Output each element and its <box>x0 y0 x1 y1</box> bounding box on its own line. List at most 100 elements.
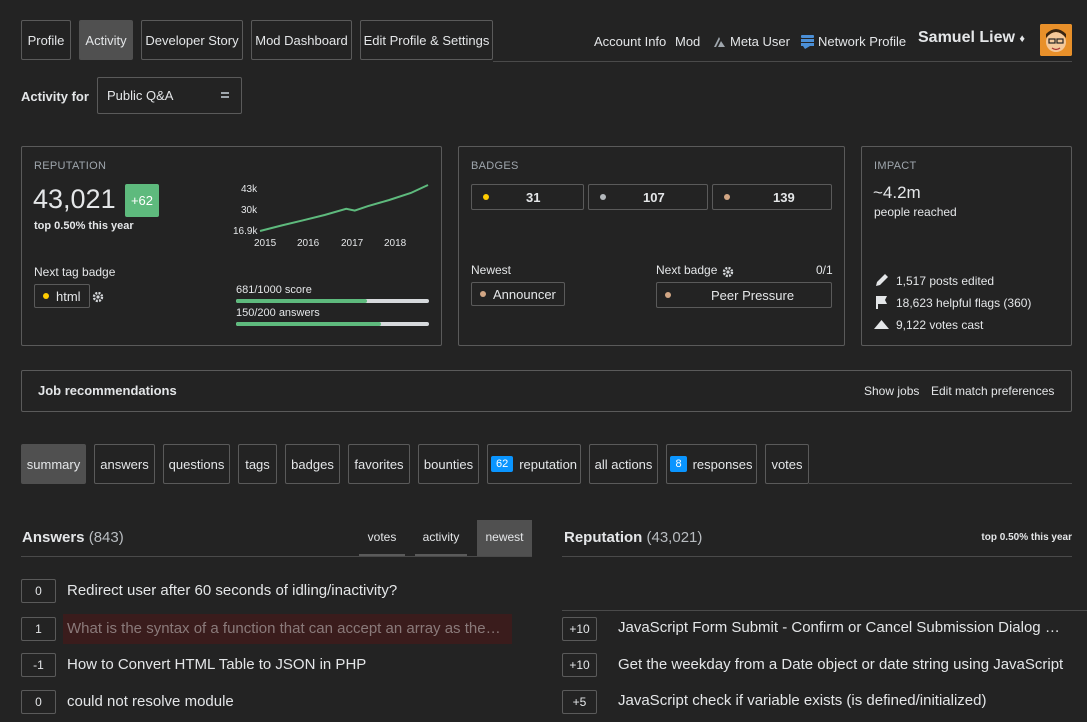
answers-divider <box>21 556 532 557</box>
x-tick-label: 2015 <box>254 238 277 249</box>
x-tick-label: 2016 <box>297 238 320 249</box>
sort-votes-label: votes <box>367 530 397 544</box>
account-info-label: Account Info <box>594 34 667 49</box>
activity-for-label: Activity for <box>21 89 89 104</box>
next-badge[interactable]: Peer Pressure <box>656 282 832 308</box>
reputation-change: +10 <box>562 617 597 641</box>
answer-score: -1 <box>21 653 56 677</box>
tab-favorites[interactable]: favorites <box>348 444 410 484</box>
answers-progress-label: 150/200 answers <box>236 307 320 319</box>
reputation-divider <box>562 556 1072 557</box>
next-badge-progress: 0/1 <box>816 263 833 277</box>
next-badge-name: Peer Pressure <box>711 287 795 303</box>
tab-tags[interactable]: tags <box>238 444 277 484</box>
tab-profile[interactable]: Profile <box>21 20 71 60</box>
sort-newest[interactable]: newest <box>477 520 532 556</box>
votes-cast-text: 9,122 votes cast <box>896 317 984 332</box>
gear-icon[interactable] <box>722 266 734 278</box>
meta-user-label: Meta User <box>730 34 790 49</box>
tab-bounties[interactable]: bounties <box>418 444 479 484</box>
tab-votes[interactable]: votes <box>765 444 809 484</box>
score-progress-bar <box>236 299 429 303</box>
answer-title-link[interactable]: Redirect user after 60 seconds of idling… <box>67 582 512 599</box>
newest-label: Newest <box>471 263 512 277</box>
answer-title-link[interactable]: could not resolve module <box>67 693 512 710</box>
avatar-face-icon <box>1040 24 1072 56</box>
sort-votes[interactable]: votes <box>359 520 405 556</box>
reputation-chart[interactable]: 43k 30k 16.9k 2015 2016 2017 2018 <box>228 178 433 250</box>
reputation-post-link[interactable]: JavaScript check if variable exists (is … <box>618 692 1064 709</box>
show-jobs-link[interactable]: Show jobs <box>864 384 919 398</box>
flag-icon <box>876 296 887 309</box>
reputation-count-badge: 62 <box>490 456 514 472</box>
tab-badges[interactable]: badges <box>285 444 340 484</box>
badges-panel <box>458 146 845 346</box>
tab-responses[interactable]: 8 responses <box>666 444 757 484</box>
reputation-series-line <box>259 184 429 232</box>
edit-match-preferences-link[interactable]: Edit match preferences <box>931 384 1054 398</box>
user-name[interactable]: Samuel Liew ♦ <box>918 29 1025 47</box>
tab-responses-label: responses <box>692 456 753 472</box>
bronze-badge-count[interactable]: 139 <box>712 184 832 210</box>
silver-count: 107 <box>643 189 665 205</box>
tab-votes-label: votes <box>771 456 803 472</box>
helpful-flags-stat[interactable]: 18,623 helpful flags (360) <box>874 295 1031 310</box>
reputation-post-link[interactable]: Get the weekday from a Date object or da… <box>618 656 1064 673</box>
y-tick-label: 16.9k <box>233 226 258 237</box>
activity-for-select[interactable]: Public Q&A <box>97 77 242 114</box>
stackexchange-icon <box>801 34 814 49</box>
account-info-link[interactable]: Account Info <box>594 34 666 49</box>
tab-edit-profile[interactable]: Edit Profile & Settings <box>360 20 493 60</box>
network-profile-link[interactable]: Network Profile <box>801 34 906 49</box>
sort-activity-label: activity <box>422 530 460 544</box>
tab-developer-story[interactable]: Developer Story <box>141 20 243 60</box>
reputation-panel-title: REPUTATION <box>34 160 107 172</box>
score-progress-label: 681/1000 score <box>236 284 312 296</box>
answers-heading: Answers (843) <box>22 529 124 546</box>
tab-answers[interactable]: answers <box>94 444 155 484</box>
next-tag-badge-label: Next tag badge <box>34 265 116 279</box>
job-recommendations-title: Job recommendations <box>38 383 177 398</box>
reputation-count: (43,021) <box>646 529 703 546</box>
next-badge-label: Next badge <box>656 263 718 277</box>
answer-score: 0 <box>21 690 56 714</box>
select-arrows-icon <box>221 92 229 100</box>
tab-summary[interactable]: summary <box>21 444 86 484</box>
votes-cast-stat[interactable]: 9,122 votes cast <box>874 317 983 332</box>
nav-divider <box>493 61 1072 62</box>
newest-badge[interactable]: Announcer <box>471 282 565 306</box>
sort-activity[interactable]: activity <box>415 520 467 556</box>
avatar[interactable] <box>1040 24 1072 56</box>
impact-panel <box>861 146 1072 346</box>
reputation-change: +10 <box>562 653 597 677</box>
tab-reputation[interactable]: 62 reputation <box>487 444 581 484</box>
answers-title: Answers <box>22 529 85 546</box>
tab-mod-dashboard[interactable]: Mod Dashboard <box>251 20 352 60</box>
next-tag-badge[interactable]: html <box>34 284 90 308</box>
answers-count: (843) <box>88 529 124 546</box>
answer-title-link[interactable]: How to Convert HTML Table to JSON in PHP <box>67 656 512 673</box>
next-tag-name: html <box>56 288 81 304</box>
gold-badge-count[interactable]: 31 <box>471 184 584 210</box>
x-tick-label: 2017 <box>341 238 364 249</box>
mod-link[interactable]: Mod <box>675 34 700 49</box>
reputation-title: Reputation <box>564 529 643 546</box>
answer-title-link[interactable]: What is the syntax of a function that ca… <box>67 620 504 637</box>
reputation-post-link[interactable]: JavaScript Form Submit - Confirm or Canc… <box>618 619 1064 636</box>
meta-user-link[interactable]: Meta User <box>713 34 790 49</box>
tab-favorites-label: favorites <box>354 456 404 472</box>
tab-questions[interactable]: questions <box>163 444 230 484</box>
silver-badge-icon <box>600 194 606 200</box>
silver-badge-count[interactable]: 107 <box>588 184 708 210</box>
user-name-text: Samuel Liew <box>918 29 1015 46</box>
bronze-badge-icon <box>724 194 730 200</box>
x-tick-label: 2018 <box>384 238 407 249</box>
posts-edited-stat[interactable]: 1,517 posts edited <box>874 273 994 288</box>
tab-all-actions[interactable]: all actions <box>589 444 658 484</box>
gear-icon[interactable] <box>92 291 104 303</box>
people-reached-label: people reached <box>874 205 957 219</box>
tab-activity[interactable]: Activity <box>79 20 133 60</box>
upvote-icon <box>874 320 889 329</box>
answers-progress-fill <box>236 322 381 326</box>
bronze-badge-icon <box>665 292 671 298</box>
